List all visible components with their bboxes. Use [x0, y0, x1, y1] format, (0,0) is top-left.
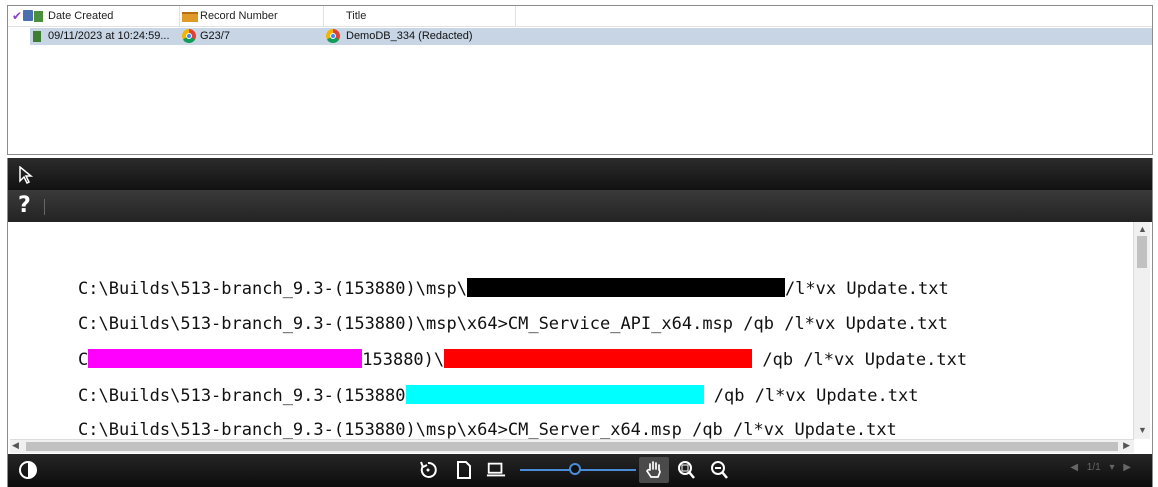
- next-page-icon[interactable]: ▶: [1123, 462, 1131, 473]
- column-header-date-created[interactable]: Date Created: [30, 6, 180, 26]
- record-list: ✔ Date Created Record Number Title 09/11…: [7, 5, 1153, 155]
- text-line-1-prefix: C:\Builds\513-branch_9.3-(153880)\msp\: [78, 279, 467, 299]
- column-header-date-created-label: Date Created: [48, 10, 114, 22]
- text-line-3-suffix: /qb /l*vx Update.txt: [752, 350, 968, 370]
- redaction-block: [444, 349, 753, 368]
- page-navigation: ◀ 1/1 ▾ ▶: [1067, 462, 1134, 473]
- checkbox-column-header[interactable]: ✔: [10, 6, 33, 26]
- text-line-3-prefix: C: [78, 350, 89, 370]
- horizontal-scroll-thumb[interactable]: [26, 442, 1118, 451]
- cell-title[interactable]: DemoDB_334 (Redacted): [324, 28, 724, 45]
- folder-icon: [182, 12, 198, 22]
- redaction-block: [466, 278, 785, 297]
- hand-icon: [646, 461, 661, 478]
- document-viewer: ? C:\Builds\513-branch_9.3-(153880)\msp\…: [7, 158, 1153, 487]
- column-header-title[interactable]: Title: [324, 6, 516, 26]
- document-content[interactable]: C:\Builds\513-branch_9.3-(153880)\msp\ /l…: [10, 222, 1134, 439]
- vertical-scroll-thumb[interactable]: [1137, 236, 1147, 268]
- scroll-down-icon[interactable]: ▼: [1138, 425, 1147, 435]
- text-line-4-prefix: C:\Builds\513-branch_9.3-(153880: [78, 386, 406, 406]
- document-icon: [34, 11, 43, 22]
- page-dropdown-icon[interactable]: ▾: [1109, 462, 1114, 473]
- redaction-block: [405, 385, 704, 404]
- table-row[interactable]: 09/11/2023 at 10:24:59... G23/7 DemoDB_3…: [30, 28, 1152, 45]
- text-line-3-middle: 153880)\: [362, 350, 445, 370]
- pan-button[interactable]: [639, 457, 669, 483]
- text-line-2: C:\Builds\513-branch_9.3-(153880)\msp\x6…: [78, 314, 948, 334]
- text-line-1-suffix: /l*vx Update.txt: [784, 279, 949, 299]
- document-icon: [33, 31, 41, 42]
- viewer-toolbar: [8, 158, 1152, 190]
- chrome-icon: [182, 29, 196, 43]
- help-icon[interactable]: ?: [18, 193, 31, 218]
- help-toolbar: ?: [8, 190, 1152, 222]
- list-header: ✔ Date Created Record Number Title: [8, 6, 1152, 27]
- fit-width-icon[interactable]: [486, 460, 506, 480]
- column-header-record-number-label: Record Number: [200, 10, 278, 22]
- page-icon[interactable]: [454, 460, 474, 480]
- horizontal-scrollbar[interactable]: ◀ ▶: [10, 439, 1134, 453]
- cell-date-created-text: 09/11/2023 at 10:24:59...: [48, 30, 170, 42]
- text-line-5: C:\Builds\513-branch_9.3-(153880)\msp\x6…: [78, 420, 897, 439]
- chrome-icon: [326, 29, 340, 43]
- toolbar-divider: [44, 199, 45, 215]
- vertical-scrollbar[interactable]: ▲ ▼: [1133, 222, 1150, 439]
- contrast-icon[interactable]: [18, 460, 38, 480]
- cell-record-number-text: G23/7: [200, 30, 230, 42]
- viewer-bottom-toolbar: ◀ 1/1 ▾ ▶: [8, 454, 1152, 487]
- text-line-1: C:\Builds\513-branch_9.3-(153880)\msp\ /l…: [78, 278, 949, 299]
- cell-record-number[interactable]: G23/7: [180, 28, 324, 45]
- checkmark-icon: ✔: [12, 9, 23, 23]
- scroll-left-icon[interactable]: ◀: [12, 440, 19, 451]
- text-line-3: C 153880)\ /qb /l*vx Update.txt: [78, 349, 967, 370]
- rotate-icon[interactable]: [418, 460, 438, 480]
- zoom-slider-thumb[interactable]: [569, 463, 581, 475]
- zoom-out-icon[interactable]: [709, 460, 729, 480]
- prev-page-icon[interactable]: ◀: [1070, 462, 1078, 473]
- pointer-icon[interactable]: [18, 166, 34, 184]
- zoom-region-icon[interactable]: [676, 460, 696, 480]
- redaction-block: [88, 349, 363, 368]
- column-header-title-label: Title: [346, 10, 367, 22]
- cell-title-text: DemoDB_334 (Redacted): [346, 30, 473, 42]
- column-header-record-number[interactable]: Record Number: [180, 6, 324, 26]
- page-indicator: 1/1: [1086, 462, 1101, 473]
- text-line-4-suffix: /qb /l*vx Update.txt: [703, 386, 919, 406]
- cell-date-created[interactable]: 09/11/2023 at 10:24:59...: [30, 28, 180, 45]
- scroll-right-icon[interactable]: ▶: [1123, 440, 1130, 451]
- text-line-4: C:\Builds\513-branch_9.3-(153880 /qb /l*…: [78, 385, 918, 406]
- scroll-up-icon[interactable]: ▲: [1138, 224, 1147, 234]
